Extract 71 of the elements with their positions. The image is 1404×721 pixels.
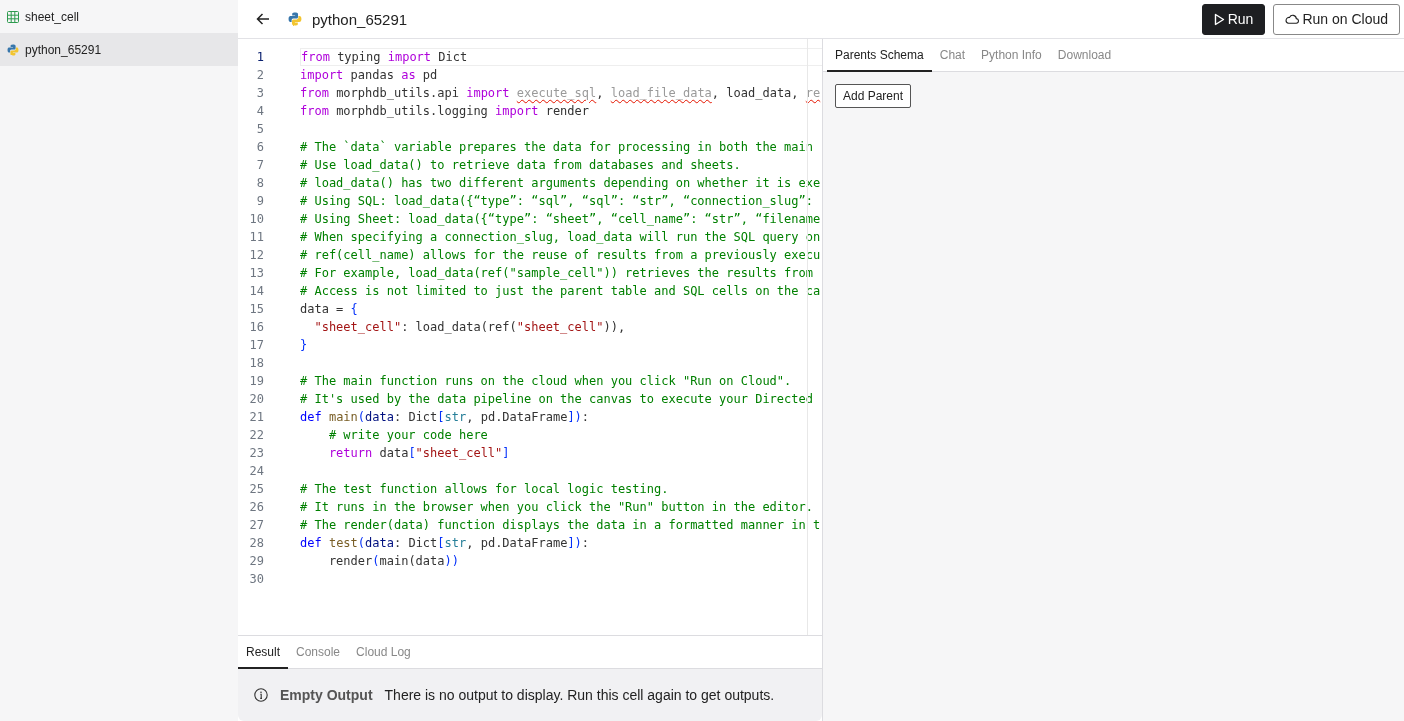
line-number: 8 <box>255 175 265 192</box>
add-parent-button[interactable]: Add Parent <box>835 84 912 108</box>
line-number: 14 <box>248 283 265 300</box>
line-number: 29 <box>248 553 265 570</box>
line-number: 10 <box>248 211 265 228</box>
line-number: 7 <box>255 157 265 174</box>
line-number: 3 <box>255 85 265 102</box>
code-line: # The test function allows for local logic testing. <box>300 482 669 496</box>
python-icon <box>7 43 19 56</box>
line-number: 30 <box>248 571 265 588</box>
table-icon <box>7 10 19 23</box>
code-line: render(main(data)) <box>327 554 459 568</box>
code-line: data = { <box>300 302 358 316</box>
output-message: There is no output to display. Run this cell again to get outputs. <box>384 687 775 703</box>
sidebar-item[interactable]: python_65291 <box>0 33 238 66</box>
line-number: 18 <box>248 355 265 372</box>
line-number: 22 <box>248 427 265 444</box>
line-number: 12 <box>248 247 265 264</box>
sidebar-item[interactable]: sheet_cell <box>0 0 238 33</box>
code-line: # write your code here <box>327 428 488 442</box>
panel-tab[interactable]: Download <box>1049 39 1120 72</box>
line-number: 4 <box>255 103 265 120</box>
info-icon <box>254 688 268 702</box>
output-tab[interactable]: Cloud Log <box>348 636 419 669</box>
play-icon <box>1213 12 1225 26</box>
output-tab[interactable]: Console <box>288 636 349 669</box>
code-line: from morphdb_utils.logging import render <box>300 104 589 118</box>
line-number: 23 <box>248 445 265 462</box>
line-number: 1 <box>255 49 265 66</box>
code-line: # For example, load_data(ref("sample_cell")) retrieves the results from <box>300 266 813 280</box>
code-line: return data["sheet_cell"] <box>327 446 510 460</box>
code-line: # It's used by the data pipeline on the canvas to execute your Directed <box>300 392 813 406</box>
cell-title: python_65291 <box>312 10 408 28</box>
run-button[interactable]: Run <box>1201 3 1266 35</box>
panel-tab[interactable]: Chat <box>931 39 974 72</box>
code-line: # Use load_data() to retrieve data from databases and sheets. <box>300 158 741 172</box>
code-line: # The main function runs on the cloud when you click "Run on Cloud". <box>300 374 792 388</box>
line-number: 11 <box>248 229 265 246</box>
code-line: from typing import Dict <box>301 50 468 64</box>
code-line: import pandas as pd <box>300 68 438 82</box>
code-line: # Using Sheet: load_data({“type”: “sheet”, “cell_name”: “str”, “filename <box>300 212 821 226</box>
back-arrow-icon[interactable] <box>256 13 270 25</box>
line-number: 5 <box>255 121 265 138</box>
line-number: 16 <box>248 319 265 336</box>
code-line: # Using SQL: load_data({“type”: “sql”, “sql”: “str”, “connection_slug”: <box>300 194 813 208</box>
line-number: 6 <box>255 139 265 156</box>
line-number: 28 <box>248 535 265 552</box>
line-number: 19 <box>248 373 265 390</box>
run-on-cloud-button[interactable]: Run on Cloud <box>1273 3 1400 35</box>
line-number: 9 <box>255 193 265 210</box>
code-line: } <box>300 338 308 352</box>
code-line: "sheet_cell": load_data(ref("sheet_cell")), <box>313 320 626 334</box>
line-number: 27 <box>248 517 265 534</box>
line-number: 2 <box>255 67 265 84</box>
line-number: 25 <box>248 481 265 498</box>
line-number: 20 <box>248 391 265 408</box>
python-icon <box>288 12 302 26</box>
line-number: 24 <box>248 463 265 480</box>
cloud-icon <box>1285 14 1300 24</box>
line-number: 15 <box>248 301 265 318</box>
code-line: def test(data: Dict[str, pd.DataFrame]): <box>300 536 590 550</box>
panel-tab[interactable]: Python Info <box>973 39 1050 72</box>
code-line: # It runs in the browser when you click the "Run" button in the editor. <box>300 500 813 514</box>
line-number: 26 <box>248 499 265 516</box>
line-number: 13 <box>248 265 265 282</box>
code-line: from morphdb_utils.api import execute_sql, load_file_data, load_data, re <box>300 86 821 100</box>
code-line: def main(data: Dict[str, pd.DataFrame]): <box>300 410 590 424</box>
line-number: 21 <box>248 409 265 426</box>
line-number: 17 <box>248 337 265 354</box>
code-line: # The render(data) function displays the data in a formatted manner in t <box>300 518 821 532</box>
output-title: Empty Output <box>280 687 373 703</box>
